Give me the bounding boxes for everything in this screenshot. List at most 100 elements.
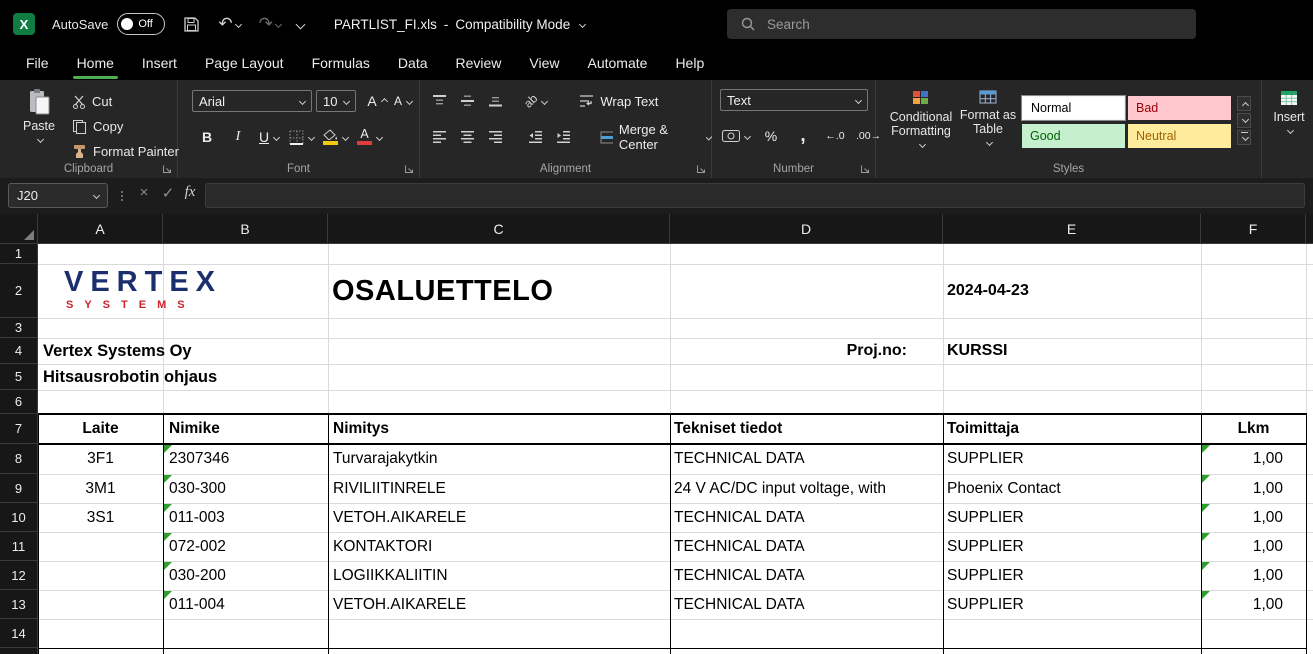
decrease-indent-button[interactable] (524, 125, 546, 149)
column-header-d[interactable]: D (670, 214, 943, 244)
cell-a9[interactable]: 3M1 (38, 474, 163, 503)
cell-e11[interactable]: SUPPLIER (947, 532, 1199, 561)
top-align-button[interactable] (428, 89, 450, 113)
undo-button[interactable]: ↶ (218, 14, 240, 34)
bold-button[interactable]: B (196, 125, 218, 149)
merge-center-button[interactable]: Merge & Center (600, 125, 711, 149)
shrink-font-button[interactable]: A (392, 89, 414, 113)
cell-e7-header[interactable]: Toimittaja (947, 414, 1199, 444)
orientation-button[interactable]: ab (524, 89, 547, 113)
align-right-button[interactable] (484, 125, 506, 149)
tab-home[interactable]: Home (63, 48, 128, 80)
accounting-format-button[interactable] (722, 124, 750, 148)
row-header-14[interactable]: 14 (0, 619, 38, 648)
column-header-f[interactable]: F (1201, 214, 1306, 244)
cell-f13[interactable]: 1,00 (1201, 590, 1306, 619)
cell-c7-header[interactable]: Nimitys (333, 414, 668, 444)
styles-more-button[interactable] (1237, 130, 1251, 145)
row-header-7[interactable]: 7 (0, 414, 38, 444)
cell-d11[interactable]: TECHNICAL DATA (674, 532, 941, 561)
borders-button[interactable] (289, 125, 314, 149)
cell-c13[interactable]: VETOH.AIKARELE (333, 590, 668, 619)
wrap-text-button[interactable]: Wrap Text (579, 89, 658, 113)
tab-help[interactable]: Help (661, 48, 718, 80)
style-bad[interactable]: Bad (1128, 96, 1231, 120)
cell-d7-header[interactable]: Tekniset tiedot (674, 414, 941, 444)
paste-button[interactable]: Paste (14, 88, 64, 142)
row-header-13[interactable]: 13 (0, 590, 38, 619)
cell-f8[interactable]: 1,00 (1201, 444, 1306, 474)
excel-app-icon[interactable]: X (13, 13, 35, 35)
style-normal[interactable]: Normal (1022, 96, 1125, 120)
row-header-4[interactable]: 4 (0, 338, 38, 364)
cell-c12[interactable]: LOGIIKKALIITIN (333, 561, 668, 590)
conditional-formatting-button[interactable]: Conditional Formatting (887, 90, 955, 147)
column-header-c[interactable]: C (328, 214, 670, 244)
format-as-table-button[interactable]: Format as Table (958, 90, 1018, 145)
quick-access-menu-button[interactable] (297, 21, 304, 28)
style-neutral[interactable]: Neutral (1128, 124, 1231, 148)
bottom-align-button[interactable] (484, 89, 506, 113)
cell-a7-header[interactable]: Laite (38, 414, 163, 444)
formula-input[interactable] (205, 183, 1305, 208)
cell-a8[interactable]: 3F1 (38, 444, 163, 474)
comma-style-button[interactable]: , (792, 124, 814, 148)
cell-d13[interactable]: TECHNICAL DATA (674, 590, 941, 619)
font-color-button[interactable]: A (357, 125, 382, 149)
cell-b7-header[interactable]: Nimike (169, 414, 328, 444)
row-header-2[interactable]: 2 (0, 264, 38, 318)
cell-b12[interactable]: 030-200 (169, 561, 328, 590)
cell-f9[interactable]: 1,00 (1201, 474, 1306, 503)
cell-e13[interactable]: SUPPLIER (947, 590, 1199, 619)
autosave-toggle[interactable]: Off (117, 13, 165, 35)
grow-font-button[interactable]: A (366, 89, 388, 113)
row-header-9[interactable]: 9 (0, 474, 38, 503)
cell-c9[interactable]: RIVILIITINRELE (333, 474, 668, 503)
cell-f11[interactable]: 1,00 (1201, 532, 1306, 561)
tab-automate[interactable]: Automate (574, 48, 662, 80)
style-good[interactable]: Good (1022, 124, 1125, 148)
row-header-8[interactable]: 8 (0, 444, 38, 474)
format-painter-button[interactable]: Format Painter (72, 139, 179, 164)
column-header-e[interactable]: E (943, 214, 1201, 244)
row-header-partial[interactable] (0, 648, 38, 654)
font-dialog-launcher[interactable] (404, 164, 414, 174)
font-size-combo[interactable]: 10 (316, 90, 356, 112)
tab-view[interactable]: View (515, 48, 573, 80)
row-header-10[interactable]: 10 (0, 503, 38, 532)
cell-c8[interactable]: Turvarajakytkin (333, 444, 668, 474)
cell-f12[interactable]: 1,00 (1201, 561, 1306, 590)
cell-d10[interactable]: TECHNICAL DATA (674, 503, 941, 532)
italic-button[interactable]: I (227, 125, 249, 149)
cell-b11[interactable]: 072-002 (169, 532, 328, 561)
cut-button[interactable]: Cut (72, 89, 179, 114)
cell-e8[interactable]: SUPPLIER (947, 444, 1199, 474)
align-center-button[interactable] (456, 125, 478, 149)
cell-b8[interactable]: 2307346 (169, 444, 328, 474)
column-header-a[interactable]: A (38, 214, 163, 244)
row-header-3[interactable]: 3 (0, 318, 38, 338)
cell-c11[interactable]: KONTAKTORI (333, 532, 668, 561)
cell-f10[interactable]: 1,00 (1201, 503, 1306, 532)
document-title[interactable]: PARTLIST_FI.xls - Compatibility Mode (334, 17, 585, 32)
cell-grid[interactable]: VERTEX SYSTEMS OSALUETTELO 2024-04-23 Ve… (38, 244, 1313, 654)
cancel-button[interactable]: × (134, 184, 154, 201)
tab-data[interactable]: Data (384, 48, 442, 80)
cell-b13[interactable]: 011-004 (169, 590, 328, 619)
tab-review[interactable]: Review (442, 48, 516, 80)
alignment-dialog-launcher[interactable] (696, 164, 706, 174)
styles-scroll-up-button[interactable] (1237, 96, 1251, 111)
column-header-partial[interactable] (1306, 214, 1313, 244)
row-header-5[interactable]: 5 (0, 364, 38, 390)
tab-formulas[interactable]: Formulas (298, 48, 384, 80)
cell-d12[interactable]: TECHNICAL DATA (674, 561, 941, 590)
cell-d4-proj-label[interactable]: Proj.no: (670, 338, 907, 364)
tab-file[interactable]: File (12, 48, 63, 80)
redo-button[interactable]: ↷ (259, 14, 281, 34)
cell-a4-company[interactable]: Vertex Systems Oy (43, 338, 343, 364)
name-box[interactable]: J20 (8, 183, 108, 208)
font-name-combo[interactable]: Arial (192, 90, 312, 112)
search-box[interactable] (727, 9, 1196, 39)
increase-indent-button[interactable] (552, 125, 574, 149)
clipboard-dialog-launcher[interactable] (162, 164, 172, 174)
